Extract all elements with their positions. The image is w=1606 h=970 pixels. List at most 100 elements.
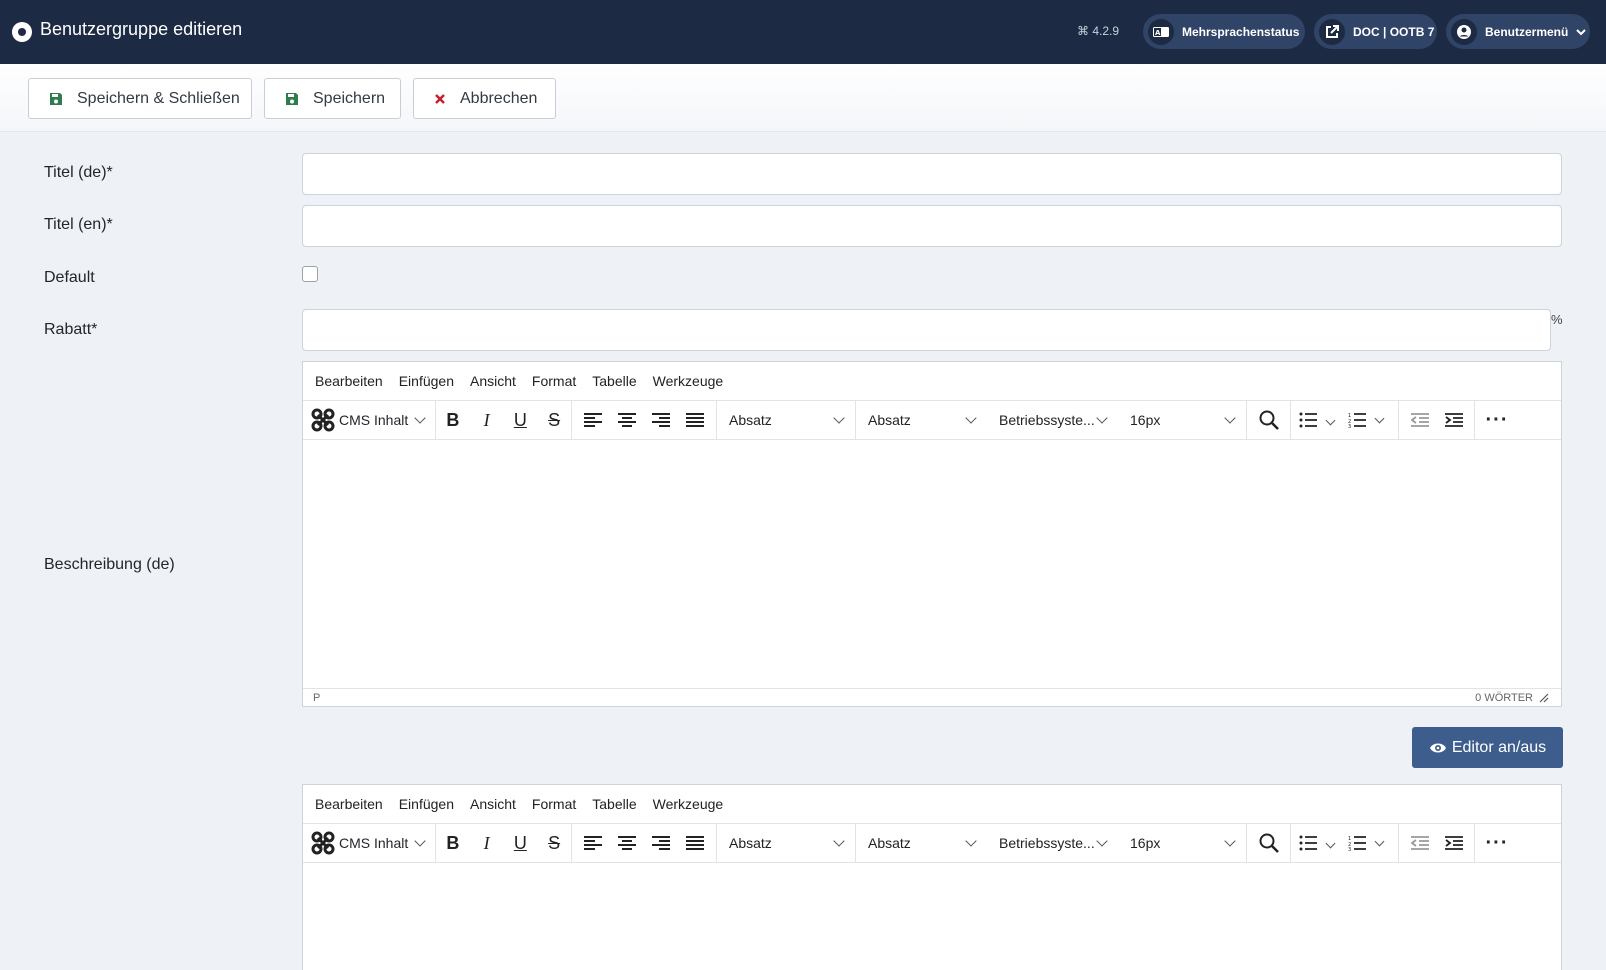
indent-group — [1399, 401, 1475, 439]
editor-content-area[interactable] — [303, 440, 1561, 688]
indent-icon[interactable] — [1437, 826, 1471, 860]
indent-group — [1399, 824, 1475, 862]
underline-icon[interactable]: U — [504, 403, 538, 437]
menu-tools[interactable]: Werkzeuge — [653, 373, 724, 389]
bullet-list-icon[interactable] — [1299, 412, 1317, 428]
block-format-dropdown[interactable]: Absatz — [717, 824, 856, 862]
menu-table[interactable]: Tabelle — [592, 373, 636, 389]
strikethrough-icon[interactable]: S — [537, 403, 571, 437]
menu-view[interactable]: Ansicht — [470, 796, 516, 812]
outdent-icon[interactable] — [1403, 403, 1437, 437]
align-center-icon[interactable] — [610, 403, 644, 437]
chevron-down-icon — [1096, 412, 1108, 424]
list-group: 123 — [1291, 824, 1399, 862]
menu-format[interactable]: Format — [532, 373, 576, 389]
user-menu-label: Benutzermenü — [1485, 24, 1569, 39]
align-right-icon[interactable] — [644, 826, 678, 860]
cms-content-dropdown[interactable]: CMS Inhalt — [303, 401, 436, 439]
align-left-icon[interactable] — [576, 826, 610, 860]
menu-format[interactable]: Format — [532, 796, 576, 812]
cms-content-label: CMS Inhalt — [339, 412, 409, 428]
word-count: 0 WÖRTER — [1475, 691, 1533, 704]
menu-view[interactable]: Ansicht — [470, 373, 516, 389]
list-group: 123 — [1291, 401, 1399, 439]
italic-icon[interactable]: I — [470, 403, 504, 437]
font-family-value: Betriebssyste... — [999, 835, 1095, 851]
element-path[interactable]: P — [313, 692, 320, 704]
cancel-button[interactable]: Abbrechen — [413, 78, 556, 119]
multilang-status-button[interactable]: A Mehrsprachenstatus — [1143, 14, 1305, 49]
italic-icon[interactable]: I — [470, 826, 504, 860]
svg-text:A: A — [1155, 29, 1161, 37]
cms-content-dropdown[interactable]: CMS Inhalt — [303, 824, 436, 862]
title-en-input[interactable] — [302, 205, 1562, 247]
chevron-down-icon[interactable] — [1374, 413, 1385, 423]
search-icon — [1259, 410, 1279, 430]
align-justify-icon[interactable] — [678, 403, 712, 437]
more-options-button[interactable]: ··· — [1475, 832, 1519, 855]
editor-toggle-label: Editor an/aus — [1451, 738, 1547, 756]
resize-handle-icon[interactable] — [1539, 693, 1549, 703]
page-title: Benutzergruppe editieren — [40, 19, 243, 39]
font-size-dropdown[interactable]: 16px — [1118, 401, 1247, 439]
align-left-icon[interactable] — [576, 403, 610, 437]
numbered-list-icon[interactable]: 123 — [1348, 412, 1366, 428]
outdent-icon[interactable] — [1403, 826, 1437, 860]
editor-toolbar: CMS Inhalt B I U S Absatz Absatz Betrieb… — [303, 824, 1561, 863]
text-style-group: B I U S — [436, 824, 572, 862]
discount-input[interactable] — [302, 309, 1551, 351]
save-close-button[interactable]: Speichern & Schließen — [28, 78, 252, 119]
chevron-down-icon[interactable] — [1325, 415, 1336, 425]
cancel-label: Abbrechen — [460, 89, 538, 107]
eye-icon — [1429, 742, 1447, 754]
align-center-icon[interactable] — [610, 826, 644, 860]
menu-table[interactable]: Tabelle — [592, 796, 636, 812]
underline-icon[interactable]: U — [504, 826, 538, 860]
menu-insert[interactable]: Einfügen — [399, 373, 454, 389]
text-style-group: B I U S — [436, 401, 572, 439]
title-de-input[interactable] — [302, 153, 1562, 195]
editor-toggle-button[interactable]: Editor an/aus — [1412, 727, 1563, 768]
chevron-down-icon[interactable] — [1325, 838, 1336, 848]
percent-unit: % — [1551, 312, 1563, 327]
indent-icon[interactable] — [1437, 403, 1471, 437]
block-format-dropdown[interactable]: Absatz — [717, 401, 856, 439]
svg-text:3: 3 — [1348, 847, 1351, 851]
font-family-dropdown[interactable]: Betriebssyste... — [987, 824, 1118, 862]
save-label: Speichern — [313, 89, 386, 107]
bold-icon[interactable]: B — [436, 826, 470, 860]
default-checkbox[interactable] — [302, 266, 318, 282]
editor-content-area[interactable] — [303, 863, 1561, 970]
paragraph-format-dropdown[interactable]: Absatz — [856, 401, 987, 439]
align-right-icon[interactable] — [644, 403, 678, 437]
search-replace-button[interactable] — [1247, 401, 1291, 439]
save-icon — [49, 92, 63, 106]
paragraph-format-dropdown[interactable]: Absatz — [856, 824, 987, 862]
align-justify-icon[interactable] — [678, 826, 712, 860]
ellipsis-icon: ··· — [1485, 831, 1509, 854]
menu-edit[interactable]: Bearbeiten — [315, 796, 383, 812]
chevron-down-icon — [1224, 835, 1236, 847]
menu-insert[interactable]: Einfügen — [399, 796, 454, 812]
site-link-button[interactable]: DOC | OOTB 7 — [1314, 14, 1437, 49]
save-button[interactable]: Speichern — [264, 78, 401, 119]
search-replace-button[interactable] — [1247, 824, 1291, 862]
bold-icon[interactable]: B — [436, 403, 470, 437]
chevron-down-icon — [414, 412, 426, 424]
chevron-down-icon — [833, 835, 845, 847]
strikethrough-icon[interactable]: S — [537, 826, 571, 860]
menu-tools[interactable]: Werkzeuge — [653, 796, 724, 812]
bullet-list-icon[interactable] — [1299, 835, 1317, 851]
menu-edit[interactable]: Bearbeiten — [315, 373, 383, 389]
more-options-button[interactable]: ··· — [1475, 409, 1519, 432]
user-menu-button[interactable]: Benutzermenü — [1446, 14, 1590, 49]
chevron-down-icon[interactable] — [1374, 836, 1385, 846]
font-size-dropdown[interactable]: 16px — [1118, 824, 1247, 862]
editor-toolbar: CMS Inhalt B I U S Absatz Absatz Betrieb… — [303, 401, 1561, 440]
font-family-dropdown[interactable]: Betriebssyste... — [987, 401, 1118, 439]
editor-menubar: Bearbeiten Einfügen Ansicht Format Tabel… — [303, 362, 1561, 401]
numbered-list-icon[interactable]: 123 — [1348, 835, 1366, 851]
ellipsis-icon: ··· — [1485, 408, 1509, 431]
editor-statusbar: P 0 WÖRTER — [303, 688, 1561, 706]
external-link-icon — [1319, 18, 1345, 45]
